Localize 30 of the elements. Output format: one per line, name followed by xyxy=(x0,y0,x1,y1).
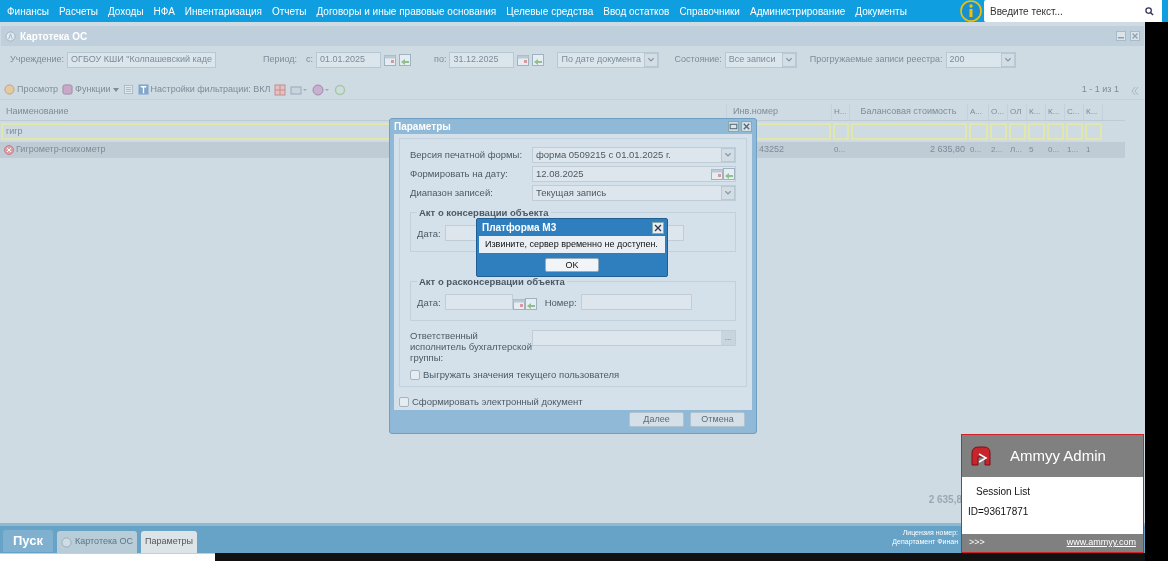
table-cell: Гигрометр-психометр xyxy=(16,143,106,157)
field-label: Диапазон записей: xyxy=(410,185,494,200)
field-label: Период: xyxy=(262,53,298,67)
field-label: Версия печатной формы: xyxy=(410,147,524,162)
table-cell: 43252 xyxy=(759,143,785,157)
field-label: Состояние: xyxy=(674,53,722,67)
session-id: ID=93617871 xyxy=(968,505,1030,519)
field-label: с: xyxy=(306,53,314,67)
message-text: Извините, сервер временно не доступен. xyxy=(479,236,665,253)
field-label: Формировать на дату: xyxy=(410,166,509,181)
group-title: Акт о консервации объекта xyxy=(417,206,551,221)
table-cell: 1... xyxy=(1067,144,1079,156)
table-cell: 2 635,80 xyxy=(929,143,965,157)
field-label: Ответственный исполнитель бухгалтерской группы: xyxy=(410,330,532,363)
field-label: Номер: xyxy=(544,295,577,310)
table-cell: 1 xyxy=(1086,144,1091,156)
field-label: Дата: xyxy=(417,226,441,241)
group-title: Акт о расконсервации объекта xyxy=(417,275,567,290)
checkbox-label: Выгружать значения текущего пользователя xyxy=(423,368,620,382)
checkbox-label: Сформировать электронный документ xyxy=(412,395,583,410)
field-label: по: xyxy=(434,53,447,67)
window-title: Картотека ОС xyxy=(20,29,88,44)
popup-heading: Session List xyxy=(976,485,1031,499)
field-label: Прогружаемые записи реестра: xyxy=(809,53,943,67)
field-label: Учреждение: xyxy=(10,53,65,67)
popup-title: Ammyy Admin xyxy=(1010,445,1106,466)
pager-text: 1 - 1 из 1 xyxy=(1081,82,1119,96)
field-label: Дата: xyxy=(417,295,441,310)
message-title: Платформа М3 xyxy=(482,221,557,235)
dialog-title: Параметры xyxy=(394,120,451,134)
